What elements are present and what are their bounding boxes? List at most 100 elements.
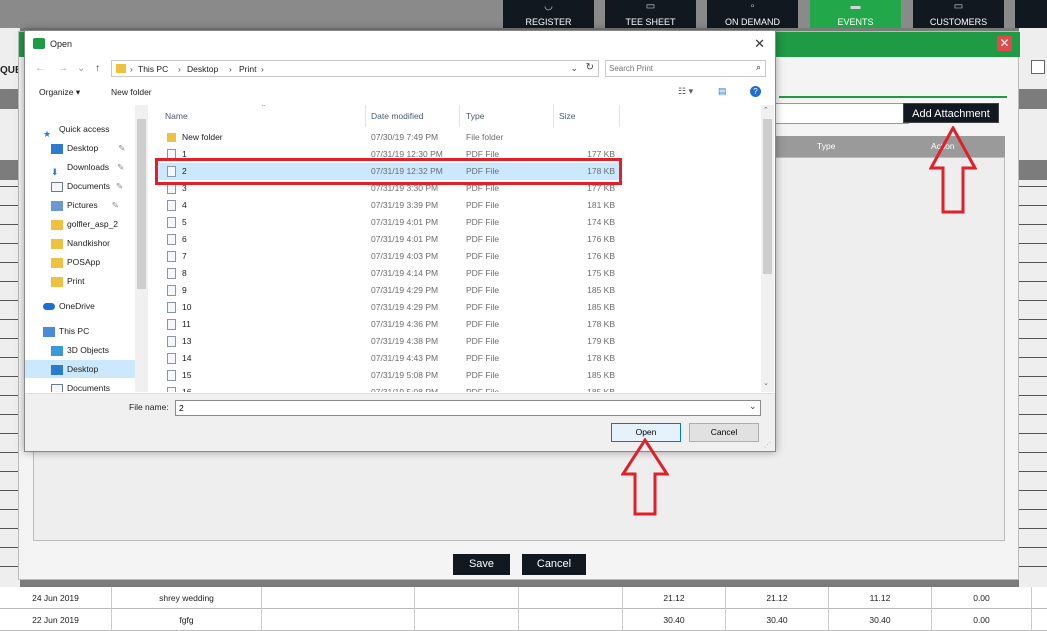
pdf-file-icon [167, 370, 176, 381]
back-arrow-icon[interactable]: ← [35, 63, 45, 74]
nav-item-desktop-selected[interactable]: Desktop [25, 360, 135, 378]
breadcrumb-this-pc[interactable]: This PC [138, 64, 168, 74]
nav-item-golfler-asp-2[interactable]: golfler_asp_2 [51, 215, 118, 233]
computer-icon [43, 326, 55, 337]
close-icon[interactable]: ✕ [754, 36, 765, 52]
nav-item-downloads[interactable]: ⬇ Downloads ✎ [51, 158, 124, 177]
column-type[interactable]: Type [466, 105, 484, 127]
file-name: 13 [182, 336, 192, 346]
events-table: 24 Jun 2019 shrey wedding 21.12 21.12 11… [0, 587, 1047, 631]
calendar-icon[interactable] [1031, 60, 1045, 74]
breadcrumb-print[interactable]: Print [239, 64, 256, 74]
cancel-button[interactable]: Cancel [522, 554, 586, 575]
column-type: Type [817, 141, 836, 151]
nav-more-button[interactable] [1015, 0, 1047, 28]
add-attachment-button[interactable]: Add Attachment [903, 103, 999, 123]
refresh-icon[interactable]: ↻ [586, 62, 594, 73]
file-row[interactable]: 13 07/31/19 4:38 PM PDF File 179 KB [155, 333, 621, 350]
file-size: 174 KB [587, 217, 615, 227]
nav-item-desktop[interactable]: Desktop ✎ [51, 139, 125, 157]
file-row[interactable]: 4 07/31/19 3:39 PM PDF File 181 KB [155, 197, 621, 214]
save-button[interactable]: Save [453, 554, 510, 575]
forward-arrow-icon[interactable]: → [58, 63, 68, 74]
nav-register-button[interactable]: ◡ REGISTER [503, 0, 594, 28]
view-options-icon[interactable]: ☷ ▾ [678, 86, 693, 97]
nav-item-this-pc[interactable]: This PC [43, 322, 89, 340]
table-row[interactable]: 24 Jun 2019 shrey wedding 21.12 21.12 11… [0, 587, 1047, 609]
up-arrow-icon[interactable]: ↑ [95, 63, 100, 74]
dialog-cancel-button[interactable]: Cancel [689, 423, 759, 442]
column-size[interactable]: Size [559, 105, 576, 127]
file-type: PDF File [466, 285, 500, 295]
recent-dropdown-icon[interactable]: ⌄ [77, 63, 85, 74]
file-row[interactable]: 14 07/31/19 4:43 PM PDF File 178 KB [155, 350, 621, 367]
new-folder-button[interactable]: New folder [111, 87, 152, 97]
column-name[interactable]: Name [165, 105, 188, 127]
file-date: 07/31/19 4:14 PM [371, 268, 439, 278]
file-row[interactable]: 5 07/31/19 4:01 PM PDF File 174 KB [155, 214, 621, 231]
file-row[interactable]: 11 07/31/19 4:36 PM PDF File 178 KB [155, 316, 621, 333]
scroll-up-icon[interactable]: ⌃ [763, 106, 769, 114]
resize-grip-icon[interactable]: ⋰ [764, 441, 771, 449]
file-row[interactable]: New folder 07/30/19 7:49 PM File folder [155, 129, 621, 146]
nav-item-documents-2[interactable]: Documents [51, 379, 110, 392]
nav-item-pictures[interactable]: Pictures ✎ [51, 196, 119, 214]
organize-button[interactable]: Organize ▾ [39, 87, 80, 98]
nav-events-button[interactable]: ▬ EVENTS [810, 0, 901, 28]
nav-item-posapp[interactable]: POSApp [51, 253, 100, 271]
nav-customers-button[interactable]: ▭ CUSTOMERS [913, 0, 1004, 28]
background-row-line [1019, 243, 1047, 244]
file-row[interactable]: 9 07/31/19 4:29 PM PDF File 185 KB [155, 282, 621, 299]
file-name-input[interactable] [175, 400, 761, 416]
file-row[interactable]: 16 07/31/19 5:08 PM PDF File 185 KB [155, 384, 621, 392]
chevron-down-icon[interactable]: ⌄ [749, 401, 757, 412]
close-icon[interactable]: ✕ [997, 36, 1012, 51]
nav-item-quick-access[interactable]: ★ Quick access [43, 120, 110, 139]
file-type: PDF File [466, 268, 500, 278]
background-row-line [1019, 452, 1047, 453]
pin-icon: ✎ [118, 143, 126, 153]
file-row[interactable]: 15 07/31/19 5:08 PM PDF File 185 KB [155, 367, 621, 384]
tee-sheet-icon: ▭ [645, 1, 656, 12]
chevron-down-icon[interactable]: ⌄ [570, 63, 578, 74]
table-row[interactable]: 22 Jun 2019 fgfg 30.40 30.40 30.40 0.00 [0, 609, 1047, 631]
search-box[interactable]: ⌕ [605, 60, 766, 77]
file-type: PDF File [466, 353, 500, 363]
nav-scrollbar-thumb[interactable] [137, 119, 146, 289]
nav-item-print[interactable]: Print [51, 272, 84, 290]
file-row[interactable]: 7 07/31/19 4:03 PM PDF File 176 KB [155, 248, 621, 265]
attachment-input[interactable] [769, 103, 909, 124]
file-date: 07/31/19 4:38 PM [371, 336, 439, 346]
column-date-modified[interactable]: Date modified [371, 105, 423, 127]
file-list-scrollbar-thumb[interactable] [763, 119, 772, 274]
file-size: 185 KB [587, 302, 615, 312]
pdf-file-icon [167, 234, 176, 245]
background-row-line [1019, 281, 1047, 282]
background-row-line [0, 547, 20, 548]
nav-on-demand-button[interactable]: ▫ ON DEMAND [707, 0, 798, 28]
pdf-file-icon [167, 302, 176, 313]
help-icon[interactable]: ? [750, 86, 761, 97]
scroll-down-icon[interactable]: ⌄ [763, 379, 769, 387]
breadcrumb[interactable]: › This PC › Desktop › Print › ⌄ ↻ [111, 60, 599, 77]
preview-pane-icon[interactable]: ▤ [718, 86, 727, 97]
file-size: 185 KB [587, 285, 615, 295]
pdf-file-icon [167, 217, 176, 228]
file-date: 07/30/19 7:49 PM [371, 132, 439, 142]
file-row[interactable]: 8 07/31/19 4:14 PM PDF File 175 KB [155, 265, 621, 282]
pictures-icon [51, 200, 63, 211]
breadcrumb-desktop[interactable]: Desktop [187, 64, 218, 74]
file-row[interactable]: 6 07/31/19 4:01 PM PDF File 176 KB [155, 231, 621, 248]
nav-item-nandkishor[interactable]: Nandkishor [51, 234, 110, 252]
background-row-line [1019, 357, 1047, 358]
nav-item-documents[interactable]: Documents ✎ [51, 177, 123, 195]
background-row-line [1019, 262, 1047, 263]
nav-item-onedrive[interactable]: OneDrive [43, 297, 95, 315]
search-input[interactable] [609, 62, 739, 75]
background-row-line [0, 262, 20, 263]
folder-icon [51, 276, 63, 287]
file-row[interactable]: 10 07/31/19 4:29 PM PDF File 185 KB [155, 299, 621, 316]
nav-item-3d-objects[interactable]: 3D Objects [51, 341, 109, 359]
background-row-line [0, 224, 20, 225]
nav-tee-sheet-button[interactable]: ▭ TEE SHEET [605, 0, 696, 28]
